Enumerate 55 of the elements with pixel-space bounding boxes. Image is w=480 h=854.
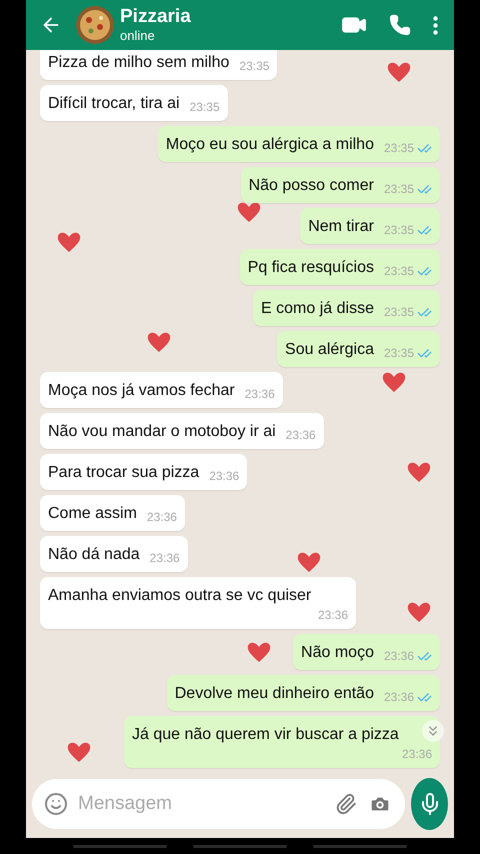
emoji-icon[interactable] bbox=[44, 792, 68, 816]
message-input[interactable]: Mensagem bbox=[76, 792, 325, 816]
message-time: 23:35 bbox=[384, 304, 414, 320]
message-text: Difícil trocar, tira ai bbox=[48, 94, 180, 114]
paperclip-icon bbox=[335, 793, 357, 815]
contact-name: Pizzaria bbox=[120, 6, 192, 28]
heart-icon bbox=[296, 550, 322, 574]
message-time: 23:35 bbox=[190, 99, 220, 115]
message-text: Não vou mandar o motoboy ir ai bbox=[48, 422, 276, 442]
message-text: Pizza de milho sem milho bbox=[48, 53, 230, 73]
heart-icon bbox=[406, 460, 432, 484]
message-text: Não moço bbox=[301, 643, 374, 663]
message-text: Sou alérgica bbox=[285, 340, 374, 360]
message-text: Amanha enviamos outra se vc quiser bbox=[48, 586, 312, 606]
message-time: 23:36 bbox=[286, 427, 316, 443]
message-text: Pq fica resquícios bbox=[248, 258, 374, 278]
message-text: Não posso comer bbox=[248, 176, 374, 196]
message-text: Moça nos já vamos fechar bbox=[48, 381, 235, 401]
heart-icon bbox=[406, 600, 432, 624]
message-text: Para trocar sua pizza bbox=[48, 463, 200, 483]
message-text: Come assim bbox=[48, 504, 137, 524]
heart-icon bbox=[381, 370, 407, 394]
menu-icon bbox=[433, 16, 438, 34]
message-time: 23:35 bbox=[384, 263, 414, 279]
contact-avatar[interactable] bbox=[76, 6, 114, 44]
contact-status: online bbox=[120, 28, 156, 44]
message-text: Já que não querem vir buscar a pizza bbox=[132, 725, 399, 745]
heart-icon bbox=[56, 230, 82, 254]
message-time: 23:36 bbox=[209, 468, 240, 484]
heart-icon bbox=[146, 330, 172, 354]
message-time: 23:36 bbox=[150, 550, 180, 566]
message-time: 23:36 bbox=[244, 386, 275, 402]
message-field[interactable]: Mensagem bbox=[32, 779, 405, 829]
message-time: 23:35 bbox=[384, 222, 414, 238]
message-time: 23:36 bbox=[384, 689, 414, 705]
scroll-down-button[interactable] bbox=[422, 720, 444, 742]
microphone-button[interactable] bbox=[411, 778, 448, 830]
message-text: Moço eu sou alérgica a milho bbox=[166, 135, 374, 155]
phone-icon bbox=[389, 14, 411, 36]
message-text: Devolve meu dinheiro então bbox=[174, 684, 374, 704]
message-time: 23:36 bbox=[318, 607, 348, 623]
message-time: 23:35 bbox=[239, 58, 270, 74]
message-time: 23:36 bbox=[146, 509, 177, 525]
message-time: 23:35 bbox=[384, 140, 414, 156]
heart-icon bbox=[386, 60, 412, 84]
message-time: 23:35 bbox=[384, 181, 414, 197]
message-text: Não dá nada bbox=[48, 545, 140, 565]
heart-icon bbox=[236, 200, 262, 224]
message-time: 23:35 bbox=[384, 345, 414, 361]
message-time: 23:36 bbox=[402, 746, 432, 762]
heart-icon bbox=[66, 740, 92, 764]
message-text: Nem tirar bbox=[308, 217, 374, 237]
message-text: E como já disse bbox=[261, 299, 374, 319]
heart-icon bbox=[246, 640, 272, 664]
message-time: 23:36 bbox=[384, 648, 414, 664]
